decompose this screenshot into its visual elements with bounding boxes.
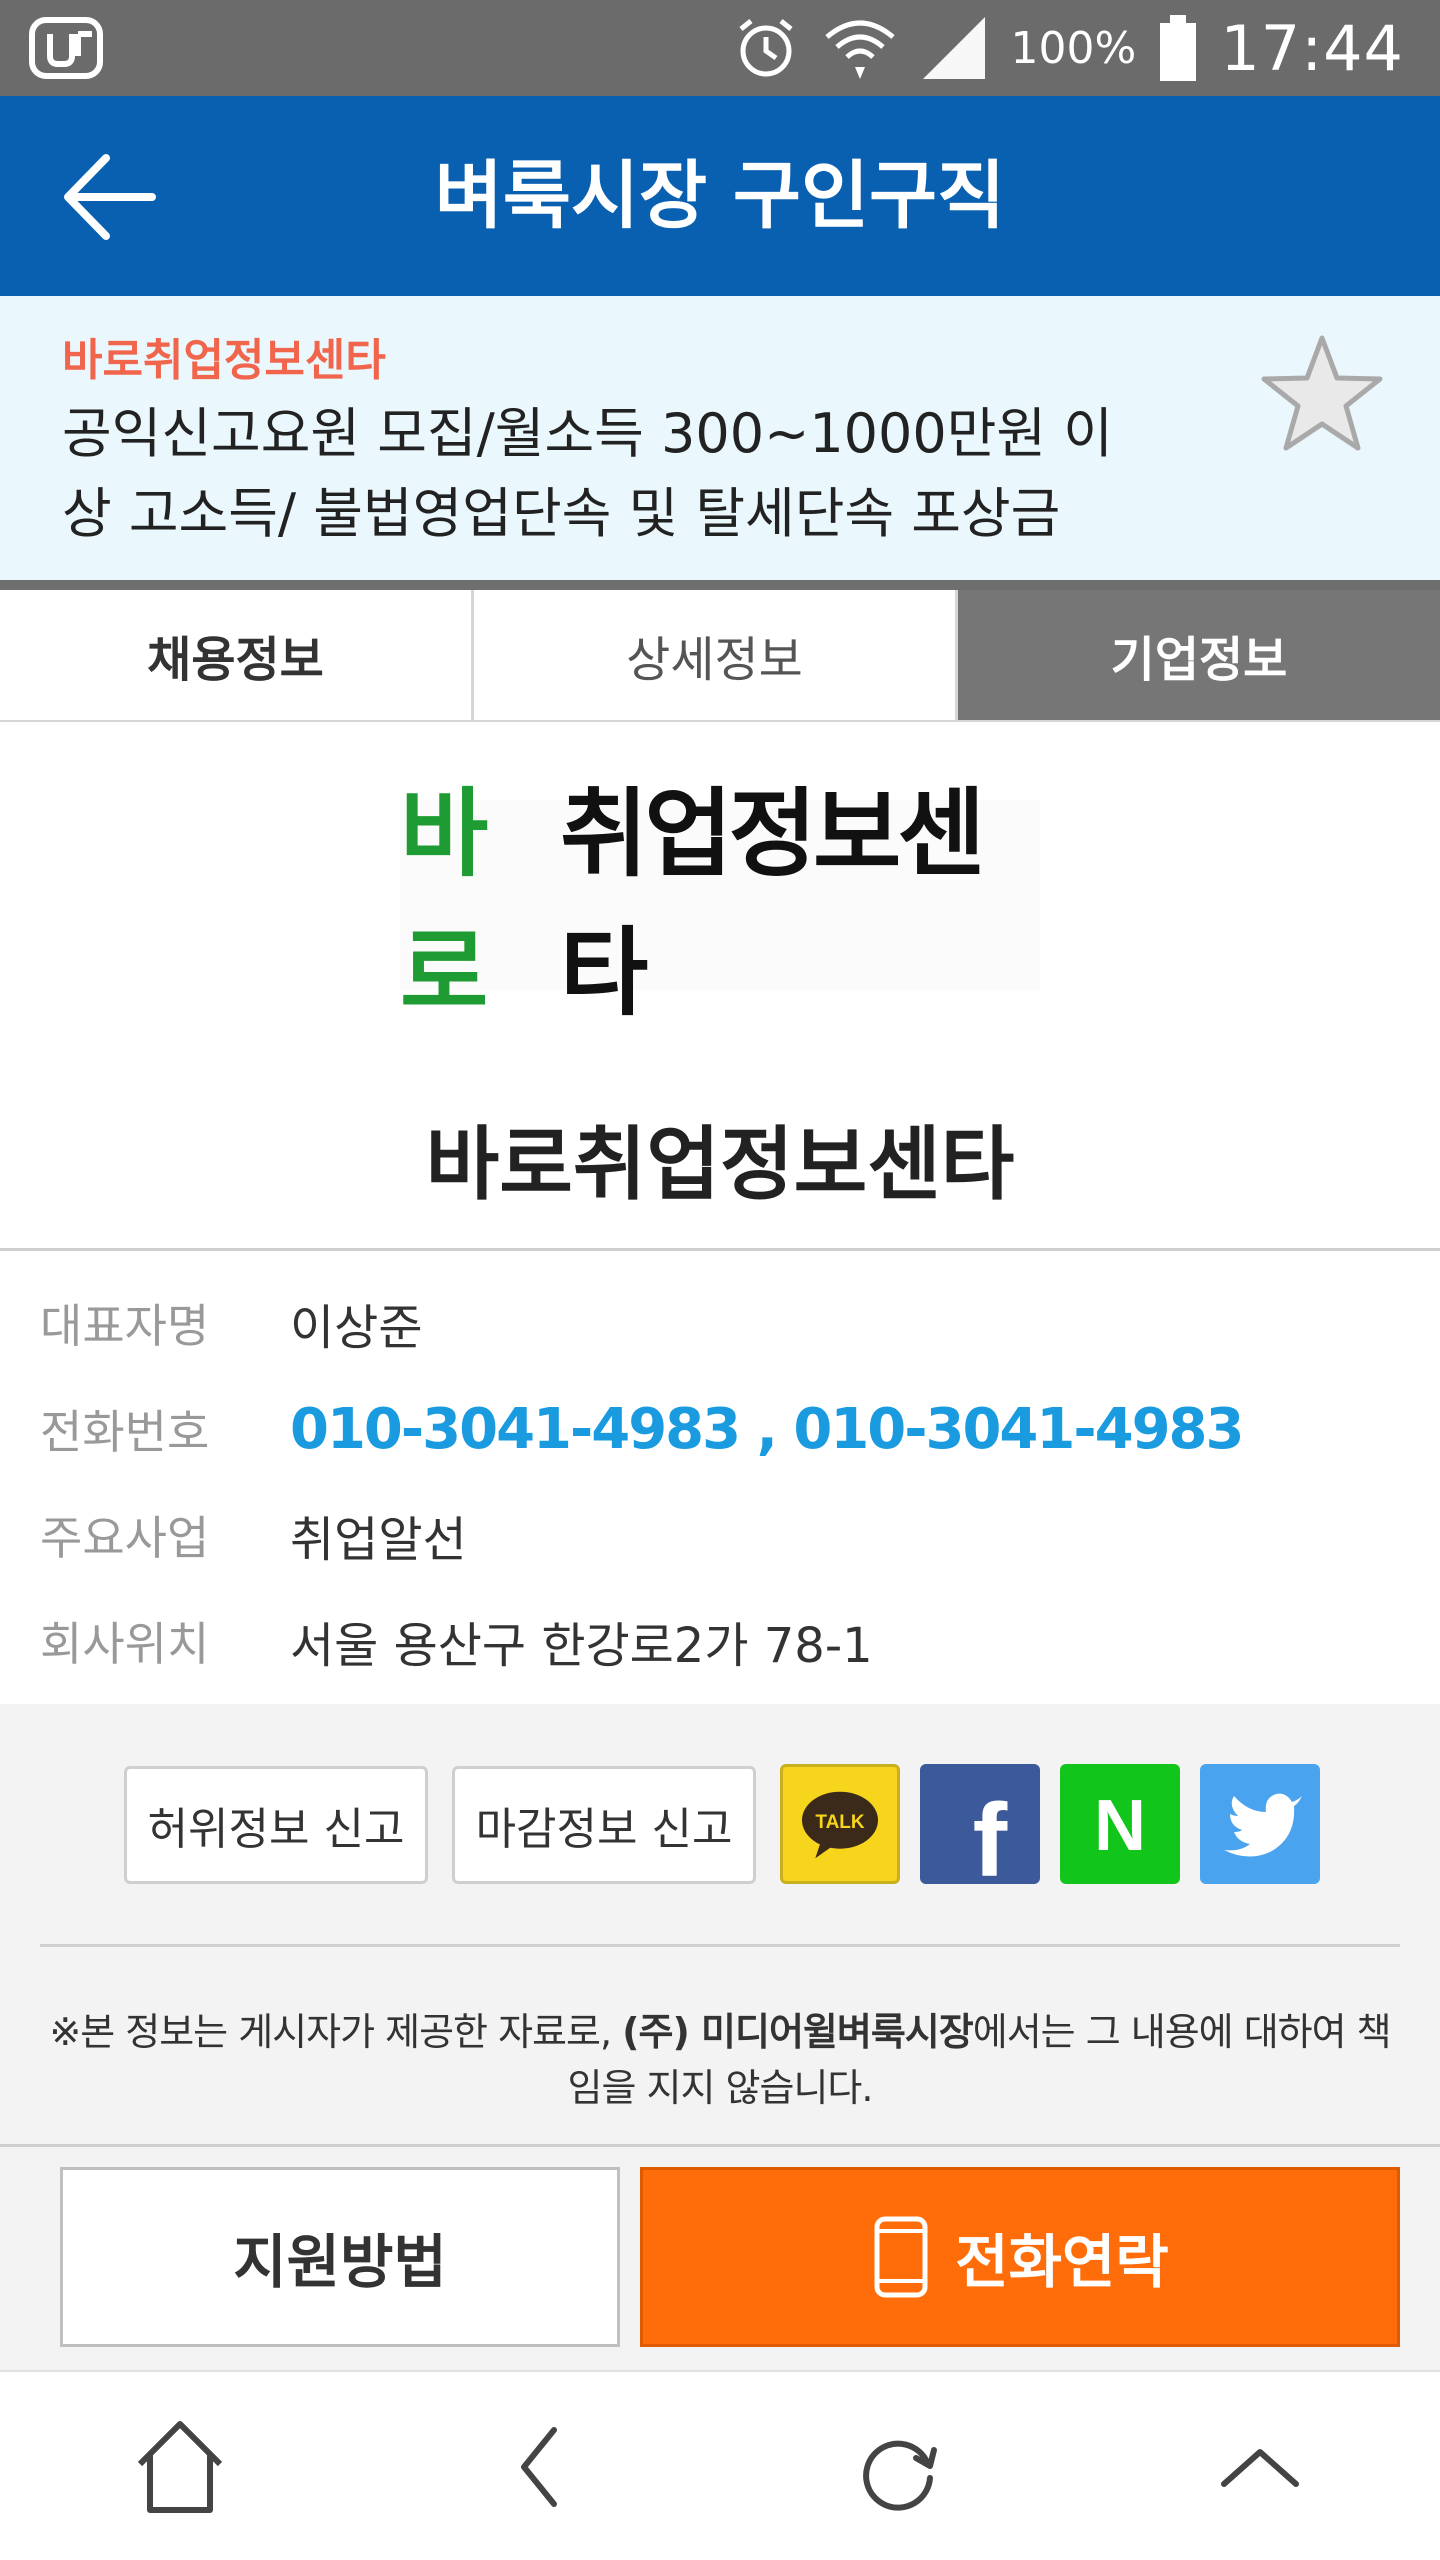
- chevron-up-icon: [1221, 2449, 1299, 2487]
- info-row-location: 회사위치 서울 용산구 한강로2가 78-1: [40, 1588, 1400, 1694]
- facebook-share-button[interactable]: f: [920, 1764, 1040, 1884]
- twitter-share-button[interactable]: [1200, 1764, 1320, 1884]
- refresh-icon: [863, 2440, 937, 2511]
- call-button[interactable]: 전화연락: [640, 2167, 1400, 2347]
- info-row-phone: 전화번호 010-3041-4983 , 010-3041-4983: [40, 1376, 1400, 1482]
- battery-icon: [1160, 15, 1197, 81]
- disclaimer-notice: ※본 정보는 게시자가 제공한 자료로, (주) 미디어윌벼룩시장에서는 그 내…: [40, 2004, 1400, 2116]
- tab-recruit-info[interactable]: 채용정보: [0, 590, 474, 720]
- logo-text-black: 취업정보센타: [560, 778, 986, 1029]
- status-bar: 100% 17:44: [0, 0, 1440, 96]
- chevron-left-icon: [521, 2427, 557, 2507]
- facebook-icon: f: [973, 1783, 1008, 1884]
- naver-icon: N: [1094, 1786, 1146, 1866]
- company-name: 바로취업정보센타: [425, 1118, 1015, 1211]
- action-bar: 지원방법 전화연락: [0, 2147, 1440, 2370]
- favorite-star-icon[interactable]: [1258, 332, 1386, 456]
- apply-method-label: 지원방법: [233, 2228, 447, 2296]
- home-icon: [137, 2421, 223, 2513]
- battery-percent: 100%: [1010, 22, 1137, 74]
- scroll-top-button[interactable]: [1190, 2412, 1330, 2522]
- info-row-ceo: 대표자명 이상준: [40, 1270, 1400, 1376]
- info-label: 회사위치: [40, 1617, 210, 1671]
- apply-method-button[interactable]: 지원방법: [60, 2167, 620, 2347]
- twitter-bird-icon: [1224, 1793, 1302, 1857]
- refresh-button[interactable]: [830, 2412, 970, 2522]
- clock: 17:44: [1220, 11, 1404, 85]
- home-button[interactable]: [110, 2412, 250, 2522]
- summary-divider: [0, 580, 1440, 590]
- notice-divider: [40, 1944, 1400, 1947]
- alarm-icon: [738, 19, 793, 77]
- job-headline: 공익신고요원 모집/월소득 300~1000만원 이상 고소득/ 불법영업단속 …: [62, 402, 1113, 545]
- browser-back-button[interactable]: [470, 2412, 610, 2522]
- kakaotalk-share-button[interactable]: TALK: [780, 1764, 900, 1884]
- report-share-section: 허위정보 신고 마감정보 신고 TALK f N ※본 정보는 게시자가 제공한…: [0, 1704, 1440, 2144]
- summary-company-name: 바로취업정보센타: [62, 335, 386, 386]
- app-header: 벼룩시장 구인구직: [0, 96, 1440, 296]
- facebook-label: f: [973, 1783, 1008, 1884]
- naver-share-button[interactable]: N: [1060, 1764, 1180, 1884]
- report-false-info-button[interactable]: 허위정보 신고: [124, 1766, 428, 1884]
- report-closed-info-button[interactable]: 마감정보 신고: [452, 1766, 756, 1884]
- info-row-business: 주요사업 취업알선: [40, 1482, 1400, 1588]
- page-title: 벼룩시장 구인구직: [434, 153, 1006, 239]
- notice-prefix: ※본 정보는 게시자가 제공한 자료로,: [49, 2010, 623, 2054]
- mobile-phone-icon: [874, 2216, 928, 2298]
- info-value: 취업알선: [290, 1512, 467, 1568]
- wifi-icon: [824, 20, 895, 79]
- phone-link[interactable]: 010-3041-4983 , 010-3041-4983: [290, 1397, 1244, 1462]
- tab-bar: 채용정보 상세정보 기업정보: [0, 590, 1440, 722]
- kakaotalk-icon: TALK: [802, 1791, 878, 1859]
- info-value: 서울 용산구 한강로2가 78-1: [290, 1618, 873, 1674]
- kakaotalk-label: TALK: [815, 1812, 865, 1833]
- info-value: 이상준: [290, 1300, 423, 1356]
- company-logo: 바로 취업정보센타: [400, 778, 1040, 1029]
- job-summary: 바로취업정보센타 공익신고요원 모집/월소득 300~1000만원 이상 고소득…: [0, 296, 1440, 580]
- info-label: 대표자명: [40, 1299, 210, 1353]
- carrier-logo-icon: [29, 17, 103, 79]
- tab-company-info[interactable]: 기업정보: [958, 590, 1440, 720]
- call-label: 전화연락: [955, 2228, 1169, 2296]
- back-arrow-icon[interactable]: [56, 142, 166, 252]
- section-divider: [0, 1248, 1440, 1251]
- logo-text-green: 바로: [400, 778, 488, 1029]
- browser-nav-bar: [0, 2370, 1440, 2560]
- naver-label: N: [1094, 1786, 1146, 1866]
- notice-company: (주) 미디어윌벼룩시장: [622, 2010, 974, 2054]
- company-info-list: 대표자명 이상준 전화번호 010-3041-4983 , 010-3041-4…: [40, 1270, 1400, 1694]
- tab-detail-info[interactable]: 상세정보: [474, 590, 958, 720]
- signal-icon: [922, 17, 985, 79]
- info-label: 주요사업: [40, 1511, 210, 1565]
- info-label: 전화번호: [40, 1405, 210, 1459]
